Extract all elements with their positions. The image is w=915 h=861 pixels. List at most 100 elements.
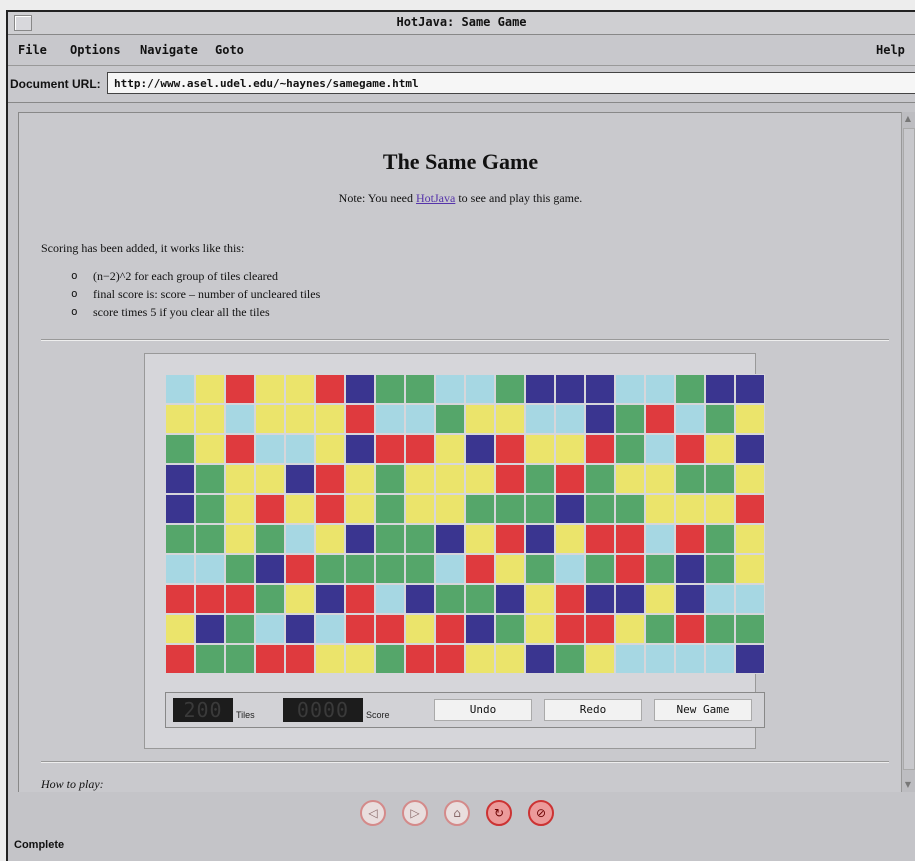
new-game-button[interactable]: New Game	[654, 699, 752, 721]
game-tile[interactable]	[645, 584, 675, 614]
game-tile[interactable]	[165, 644, 195, 674]
scroll-down-icon[interactable]: ▼	[903, 780, 913, 790]
game-tile[interactable]	[255, 524, 285, 554]
game-tile[interactable]	[675, 374, 705, 404]
game-tile[interactable]	[315, 374, 345, 404]
game-tile[interactable]	[645, 494, 675, 524]
game-tile[interactable]	[225, 434, 255, 464]
game-tile[interactable]	[165, 374, 195, 404]
game-tile[interactable]	[225, 614, 255, 644]
game-tile[interactable]	[495, 524, 525, 554]
reload-icon[interactable]: ↻	[486, 800, 512, 826]
game-tile[interactable]	[315, 494, 345, 524]
game-tile[interactable]	[585, 374, 615, 404]
game-tile[interactable]	[405, 404, 435, 434]
game-tile[interactable]	[645, 374, 675, 404]
game-tile[interactable]	[375, 584, 405, 614]
game-tile[interactable]	[675, 584, 705, 614]
game-tile[interactable]	[225, 404, 255, 434]
game-tile[interactable]	[585, 434, 615, 464]
game-tile[interactable]	[675, 644, 705, 674]
game-tile[interactable]	[465, 554, 495, 584]
game-tile[interactable]	[435, 584, 465, 614]
game-tile[interactable]	[375, 554, 405, 584]
game-tile[interactable]	[165, 434, 195, 464]
game-tile[interactable]	[705, 584, 735, 614]
game-tile[interactable]	[195, 614, 225, 644]
game-tile[interactable]	[405, 434, 435, 464]
game-tile[interactable]	[495, 644, 525, 674]
menu-options[interactable]: Options	[70, 43, 121, 57]
game-tile[interactable]	[405, 614, 435, 644]
game-tile[interactable]	[555, 464, 585, 494]
game-tile[interactable]	[645, 644, 675, 674]
game-tile[interactable]	[405, 644, 435, 674]
game-tile[interactable]	[615, 614, 645, 644]
game-tile[interactable]	[495, 404, 525, 434]
game-tile[interactable]	[345, 554, 375, 584]
game-tile[interactable]	[705, 524, 735, 554]
game-tile[interactable]	[735, 404, 765, 434]
game-tile[interactable]	[405, 584, 435, 614]
game-tile[interactable]	[465, 374, 495, 404]
game-tile[interactable]	[525, 494, 555, 524]
game-tile[interactable]	[165, 404, 195, 434]
game-tile[interactable]	[195, 524, 225, 554]
game-tile[interactable]	[615, 374, 645, 404]
game-tile[interactable]	[225, 374, 255, 404]
game-tile[interactable]	[555, 614, 585, 644]
game-tile[interactable]	[285, 374, 315, 404]
game-tile[interactable]	[525, 524, 555, 554]
game-tile[interactable]	[705, 434, 735, 464]
game-tile[interactable]	[285, 494, 315, 524]
game-tile[interactable]	[165, 554, 195, 584]
game-tile[interactable]	[375, 404, 405, 434]
game-tile[interactable]	[405, 524, 435, 554]
game-tile[interactable]	[225, 524, 255, 554]
game-tile[interactable]	[645, 404, 675, 434]
game-tile[interactable]	[645, 464, 675, 494]
home-icon[interactable]: ⌂	[444, 800, 470, 826]
game-tile[interactable]	[255, 494, 285, 524]
game-tile[interactable]	[195, 584, 225, 614]
game-tile[interactable]	[735, 434, 765, 464]
game-tile[interactable]	[195, 494, 225, 524]
game-tile[interactable]	[255, 374, 285, 404]
game-tile[interactable]	[705, 374, 735, 404]
game-tile[interactable]	[735, 584, 765, 614]
game-tile[interactable]	[435, 464, 465, 494]
game-tile[interactable]	[555, 434, 585, 464]
scroll-up-icon[interactable]: ▲	[903, 114, 913, 124]
game-tile[interactable]	[735, 464, 765, 494]
game-tile[interactable]	[645, 554, 675, 584]
menu-navigate[interactable]: Navigate	[140, 43, 198, 57]
game-tile[interactable]	[345, 464, 375, 494]
game-tile[interactable]	[195, 374, 225, 404]
game-tile[interactable]	[225, 494, 255, 524]
game-tile[interactable]	[495, 434, 525, 464]
game-tile[interactable]	[645, 524, 675, 554]
forward-icon[interactable]: ▷	[402, 800, 428, 826]
game-tile[interactable]	[285, 404, 315, 434]
game-tile[interactable]	[285, 644, 315, 674]
game-tile[interactable]	[555, 404, 585, 434]
game-tile[interactable]	[345, 644, 375, 674]
game-tile[interactable]	[375, 464, 405, 494]
game-tile[interactable]	[705, 554, 735, 584]
game-tile[interactable]	[705, 494, 735, 524]
game-tile[interactable]	[165, 494, 195, 524]
game-tile[interactable]	[495, 584, 525, 614]
hotjava-link[interactable]: HotJava	[416, 191, 455, 205]
game-tile[interactable]	[435, 614, 465, 644]
game-tile[interactable]	[525, 464, 555, 494]
game-tile[interactable]	[465, 584, 495, 614]
game-tile[interactable]	[345, 404, 375, 434]
game-tile[interactable]	[645, 434, 675, 464]
game-tile[interactable]	[495, 374, 525, 404]
game-tile[interactable]	[405, 554, 435, 584]
game-tile[interactable]	[345, 524, 375, 554]
game-tile[interactable]	[165, 614, 195, 644]
game-tile[interactable]	[615, 494, 645, 524]
game-tile[interactable]	[375, 374, 405, 404]
url-input[interactable]: http://www.asel.udel.edu/~haynes/samegam…	[107, 72, 915, 94]
